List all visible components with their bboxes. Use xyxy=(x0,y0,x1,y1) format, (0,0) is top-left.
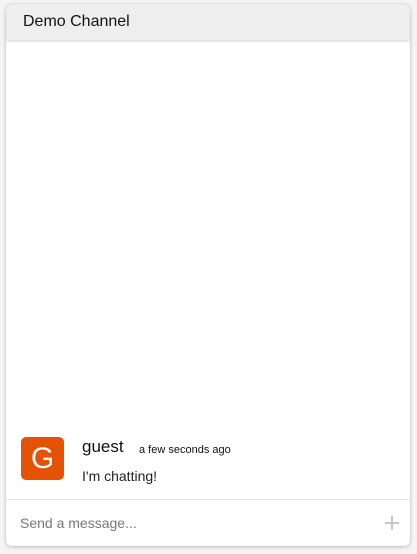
attach-button[interactable] xyxy=(384,515,400,531)
message-timestamp: a few seconds ago xyxy=(139,444,231,456)
message-username[interactable]: guest xyxy=(82,437,124,457)
message-list[interactable]: G guest a few seconds ago I'm chatting! xyxy=(6,40,410,499)
chat-window: Demo Channel G guest a few seconds ago I… xyxy=(6,4,410,546)
message-item: G guest a few seconds ago I'm chatting! xyxy=(21,437,396,493)
avatar[interactable]: G xyxy=(21,437,64,480)
message-composer xyxy=(6,499,410,546)
plus-icon xyxy=(385,516,399,530)
message-input[interactable] xyxy=(20,508,360,538)
channel-header: Demo Channel xyxy=(6,4,410,40)
message-text: I'm chatting! xyxy=(82,468,158,484)
channel-title: Demo Channel xyxy=(23,13,130,30)
